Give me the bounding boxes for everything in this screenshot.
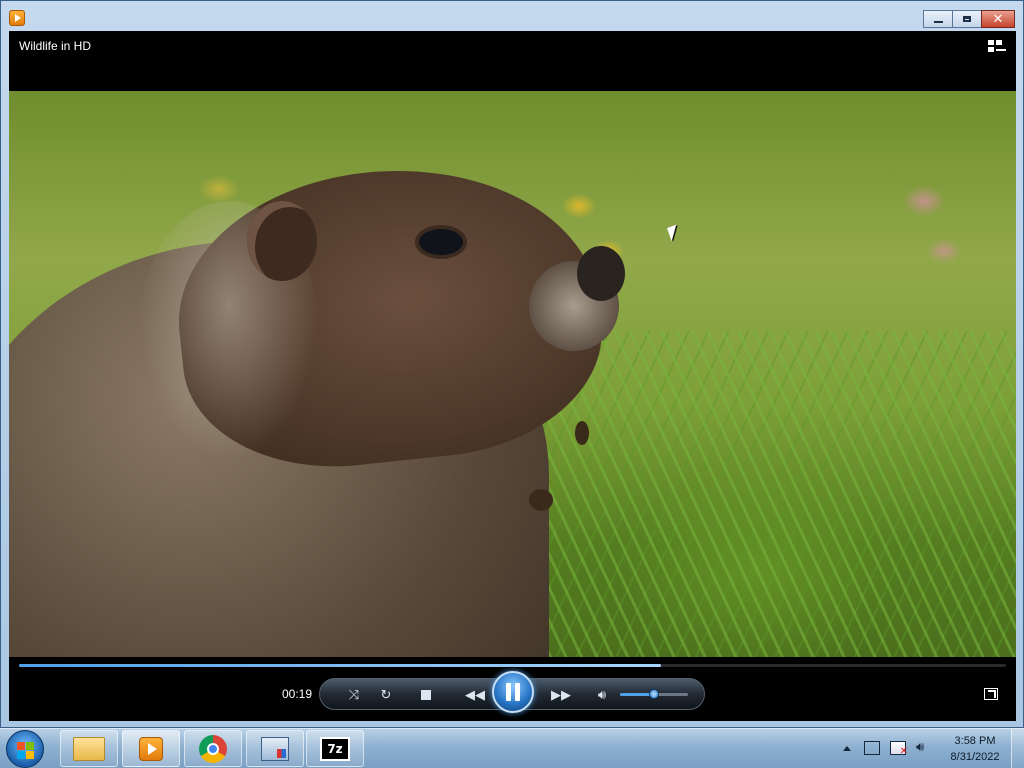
seek-bar[interactable] bbox=[19, 664, 1006, 667]
marmot-ear bbox=[247, 201, 317, 281]
next-icon[interactable]: ▶▶ bbox=[546, 685, 576, 705]
notification-area: ✕ 🔊︎ bbox=[843, 729, 937, 767]
now-playing-area: Wildlife in HD 00:19 ⤨ ↻ ◀◀ ▶▶ 🔊︎ bbox=[9, 31, 1016, 721]
folder-icon bbox=[73, 736, 105, 761]
volume-slider-thumb[interactable] bbox=[649, 689, 659, 699]
seek-bar-progress bbox=[19, 664, 661, 667]
minimize-button[interactable] bbox=[923, 10, 953, 28]
seed-pod bbox=[529, 489, 553, 511]
network-icon[interactable] bbox=[864, 741, 880, 755]
video-frame[interactable] bbox=[9, 91, 1016, 657]
pause-button[interactable] bbox=[492, 671, 534, 713]
marmot-eye bbox=[419, 229, 463, 255]
taskbar: 7z ✕ 🔊︎ 3:58 PM 8/31/2022 bbox=[0, 728, 1024, 768]
mouse-cursor-icon bbox=[666, 224, 682, 242]
network-app-icon bbox=[261, 736, 289, 761]
elapsed-time: 00:19 bbox=[282, 687, 313, 701]
seed-pod bbox=[575, 421, 589, 445]
marmot-nose bbox=[577, 246, 625, 301]
window-controls: ✕ bbox=[923, 10, 1015, 28]
volume-slider[interactable] bbox=[620, 689, 688, 699]
chrome-icon bbox=[199, 734, 227, 763]
media-player-window: ✕ Wildlife in HD 00:19 ⤨ ↻ ◀◀ ▶▶ 🔊︎ bbox=[0, 0, 1024, 728]
windows-start-icon[interactable] bbox=[6, 730, 44, 768]
windows-media-player-icon bbox=[139, 736, 163, 761]
taskbar-item-network-app[interactable] bbox=[246, 730, 304, 767]
action-center-icon[interactable]: ✕ bbox=[890, 741, 908, 757]
7-zip-icon: 7z bbox=[320, 736, 350, 761]
volume-icon[interactable]: 🔊︎ bbox=[916, 741, 932, 755]
taskbar-item-7-zip[interactable]: 7z bbox=[306, 730, 364, 767]
previous-icon[interactable]: ◀◀ bbox=[460, 685, 490, 705]
windows-media-player-icon bbox=[9, 10, 25, 26]
playback-controls: ⤨ ↻ ◀◀ ▶▶ 🔊︎ bbox=[319, 671, 705, 713]
full-screen-icon[interactable] bbox=[984, 688, 998, 700]
pause-icon bbox=[515, 683, 520, 701]
video-title: Wildlife in HD bbox=[19, 39, 92, 53]
taskbar-item-file-explorer[interactable] bbox=[60, 730, 118, 767]
repeat-icon[interactable]: ↻ bbox=[376, 685, 396, 705]
clock-time: 3:58 PM bbox=[954, 735, 996, 747]
system-clock[interactable]: 3:58 PM 8/31/2022 bbox=[940, 733, 1010, 765]
close-button[interactable]: ✕ bbox=[981, 10, 1015, 28]
pause-icon bbox=[506, 683, 511, 701]
close-icon: ✕ bbox=[992, 11, 1004, 27]
taskbar-item-google-chrome[interactable] bbox=[184, 730, 242, 767]
title-bar[interactable]: ✕ bbox=[1, 1, 1023, 31]
maximize-button[interactable] bbox=[952, 10, 982, 28]
volume-icon[interactable]: 🔊︎ bbox=[592, 685, 612, 705]
show-hidden-icons-arrow[interactable] bbox=[843, 745, 851, 751]
taskbar-item-windows-media-player[interactable] bbox=[122, 730, 180, 767]
clock-date: 8/31/2022 bbox=[950, 751, 1000, 763]
show-desktop-button[interactable] bbox=[1011, 729, 1024, 768]
switch-to-library-icon[interactable] bbox=[988, 40, 1006, 54]
stop-icon[interactable] bbox=[416, 685, 436, 705]
shuffle-icon[interactable]: ⤨ bbox=[344, 685, 364, 705]
